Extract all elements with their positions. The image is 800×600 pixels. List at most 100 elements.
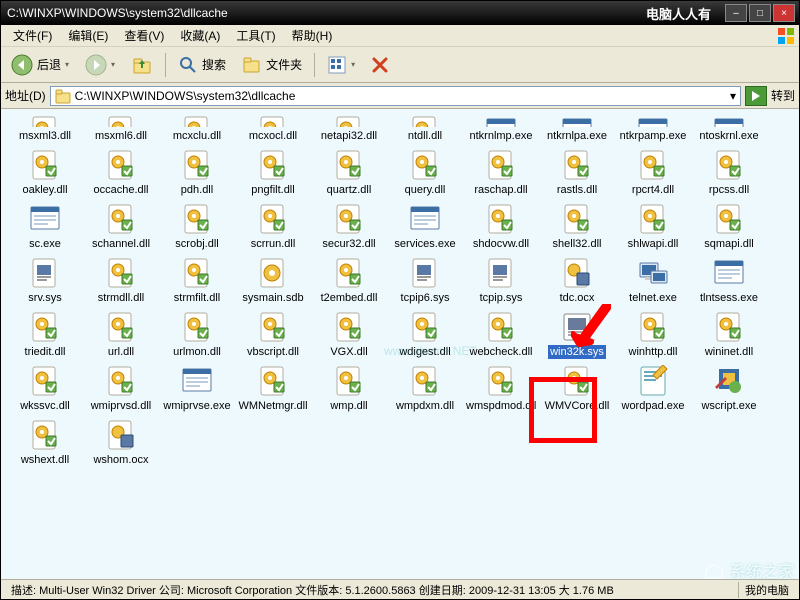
folders-button[interactable]: 文件夹 [236, 51, 308, 79]
file-item[interactable]: wmp.dll [311, 363, 387, 415]
file-item[interactable]: ntkrnlmp.exe [463, 113, 539, 145]
file-item[interactable]: msxml3.dll [7, 113, 83, 145]
file-item[interactable]: mcxocl.dll [235, 113, 311, 145]
file-item[interactable]: sysmain.sdb [235, 255, 311, 307]
file-item[interactable]: VGX.dll [311, 309, 387, 361]
delete-x-button[interactable] [365, 52, 395, 78]
file-item[interactable]: tdc.ocx [539, 255, 615, 307]
file-item[interactable]: WMNetmgr.dll [235, 363, 311, 415]
file-item[interactable]: WMVCore.dll [539, 363, 615, 415]
file-item[interactable]: query.dll [387, 147, 463, 199]
file-name: mcxocl.dll [247, 129, 299, 143]
file-item[interactable]: srv.sys [7, 255, 83, 307]
file-item[interactable]: services.exe [387, 201, 463, 253]
file-name: triedit.dll [23, 345, 68, 359]
file-name: wkssvc.dll [18, 399, 72, 413]
menu-bar: 文件(F) 编辑(E) 查看(V) 收藏(A) 工具(T) 帮助(H) [1, 25, 799, 47]
file-item[interactable]: wdigest.dll [387, 309, 463, 361]
menu-help[interactable]: 帮助(H) [284, 25, 341, 46]
file-item[interactable]: shlwapi.dll [615, 201, 691, 253]
file-item[interactable]: sc.exe [7, 201, 83, 253]
file-item[interactable]: webcheck.dll [463, 309, 539, 361]
file-item[interactable]: oakley.dll [7, 147, 83, 199]
file-item[interactable]: occache.dll [83, 147, 159, 199]
file-item[interactable]: wordpad.exe [615, 363, 691, 415]
file-item[interactable]: wkssvc.dll [7, 363, 83, 415]
file-item[interactable]: t2embed.dll [311, 255, 387, 307]
file-item[interactable]: urlmon.dll [159, 309, 235, 361]
file-item[interactable]: win32k.sys [539, 309, 615, 361]
file-item[interactable]: url.dll [83, 309, 159, 361]
menu-file[interactable]: 文件(F) [5, 25, 60, 46]
file-item[interactable]: wmiprvsd.dll [83, 363, 159, 415]
file-name: wininet.dll [703, 345, 755, 359]
file-name: win32k.sys [548, 345, 606, 359]
maximize-button[interactable]: □ [749, 4, 771, 22]
file-item[interactable]: tcpip6.sys [387, 255, 463, 307]
file-item[interactable]: telnet.exe [615, 255, 691, 307]
file-type-icon [637, 115, 669, 127]
file-name: wscript.exe [699, 399, 758, 413]
file-name: wmiprvse.exe [161, 399, 232, 413]
close-button[interactable]: × [773, 4, 795, 22]
file-item[interactable]: wscript.exe [691, 363, 767, 415]
file-list[interactable]: msxml3.dllmsxml6.dllmcxclu.dll mcxocl.dll… [1, 109, 799, 579]
address-input[interactable]: C:\WINXP\WINDOWS\system32\dllcache ▾ [50, 86, 741, 106]
forward-button[interactable]: ▾ [79, 50, 121, 80]
file-item[interactable]: ntkrnlpa.exe [539, 113, 615, 145]
file-item[interactable]: tcpip.sys [463, 255, 539, 307]
menu-edit[interactable]: 编辑(E) [60, 25, 116, 46]
file-item[interactable]: winhttp.dll [615, 309, 691, 361]
file-item[interactable]: shell32.dll [539, 201, 615, 253]
back-button[interactable]: 后退 ▾ [5, 50, 75, 80]
file-item[interactable]: ntdll.dll [387, 113, 463, 145]
file-name: urlmon.dll [171, 345, 223, 359]
menu-tools[interactable]: 工具(T) [228, 25, 283, 46]
file-item[interactable]: wmspdmod.dll [463, 363, 539, 415]
file-item[interactable]: wmiprvse.exe [159, 363, 235, 415]
file-item[interactable]: scrrun.dll [235, 201, 311, 253]
file-item[interactable]: scrobj.dll [159, 201, 235, 253]
file-item[interactable]: pdh.dll [159, 147, 235, 199]
file-item[interactable]: ntkrpamp.exe [615, 113, 691, 145]
go-button[interactable] [745, 86, 767, 106]
menu-favorites[interactable]: 收藏(A) [172, 25, 228, 46]
up-button[interactable] [125, 50, 159, 80]
file-item[interactable]: pngfilt.dll [235, 147, 311, 199]
file-item[interactable]: vbscript.dll [235, 309, 311, 361]
file-item[interactable]: rpcrt4.dll [615, 147, 691, 199]
file-name: ntdll.dll [406, 129, 444, 143]
file-item[interactable]: sqmapi.dll [691, 201, 767, 253]
minimize-button[interactable]: – [725, 4, 747, 22]
file-item[interactable]: schannel.dll [83, 201, 159, 253]
file-type-icon [29, 419, 61, 451]
file-item[interactable]: raschap.dll [463, 147, 539, 199]
file-item[interactable]: wmpdxm.dll [387, 363, 463, 415]
file-item[interactable]: wininet.dll [691, 309, 767, 361]
file-type-icon [181, 149, 213, 181]
file-name: services.exe [392, 237, 457, 251]
titlebar[interactable]: C:\WINXP\WINDOWS\system32\dllcache 电脑人人有… [1, 1, 799, 25]
file-item[interactable]: strmfilt.dll [159, 255, 235, 307]
file-item[interactable]: tlntsess.exe [691, 255, 767, 307]
search-button[interactable]: 搜索 [172, 51, 232, 79]
views-button[interactable]: ▾ [321, 51, 361, 79]
file-item[interactable]: wshext.dll [7, 417, 83, 469]
file-item[interactable]: netapi32.dll [311, 113, 387, 145]
file-item[interactable]: ntoskrnl.exe [691, 113, 767, 145]
file-type-icon [409, 149, 441, 181]
file-item[interactable]: msxml6.dll [83, 113, 159, 145]
chevron-down-icon[interactable]: ▾ [730, 89, 736, 103]
file-item[interactable]: rpcss.dll [691, 147, 767, 199]
file-item[interactable]: secur32.dll [311, 201, 387, 253]
file-item[interactable]: wshom.ocx [83, 417, 159, 469]
file-item[interactable]: mcxclu.dll [159, 113, 235, 145]
file-item[interactable]: rastls.dll [539, 147, 615, 199]
file-item[interactable]: triedit.dll [7, 309, 83, 361]
file-name: query.dll [403, 183, 448, 197]
file-name: wordpad.exe [620, 399, 687, 413]
menu-view[interactable]: 查看(V) [116, 25, 172, 46]
file-item[interactable]: strmdll.dll [83, 255, 159, 307]
file-item[interactable]: shdocvw.dll [463, 201, 539, 253]
file-item[interactable]: quartz.dll [311, 147, 387, 199]
